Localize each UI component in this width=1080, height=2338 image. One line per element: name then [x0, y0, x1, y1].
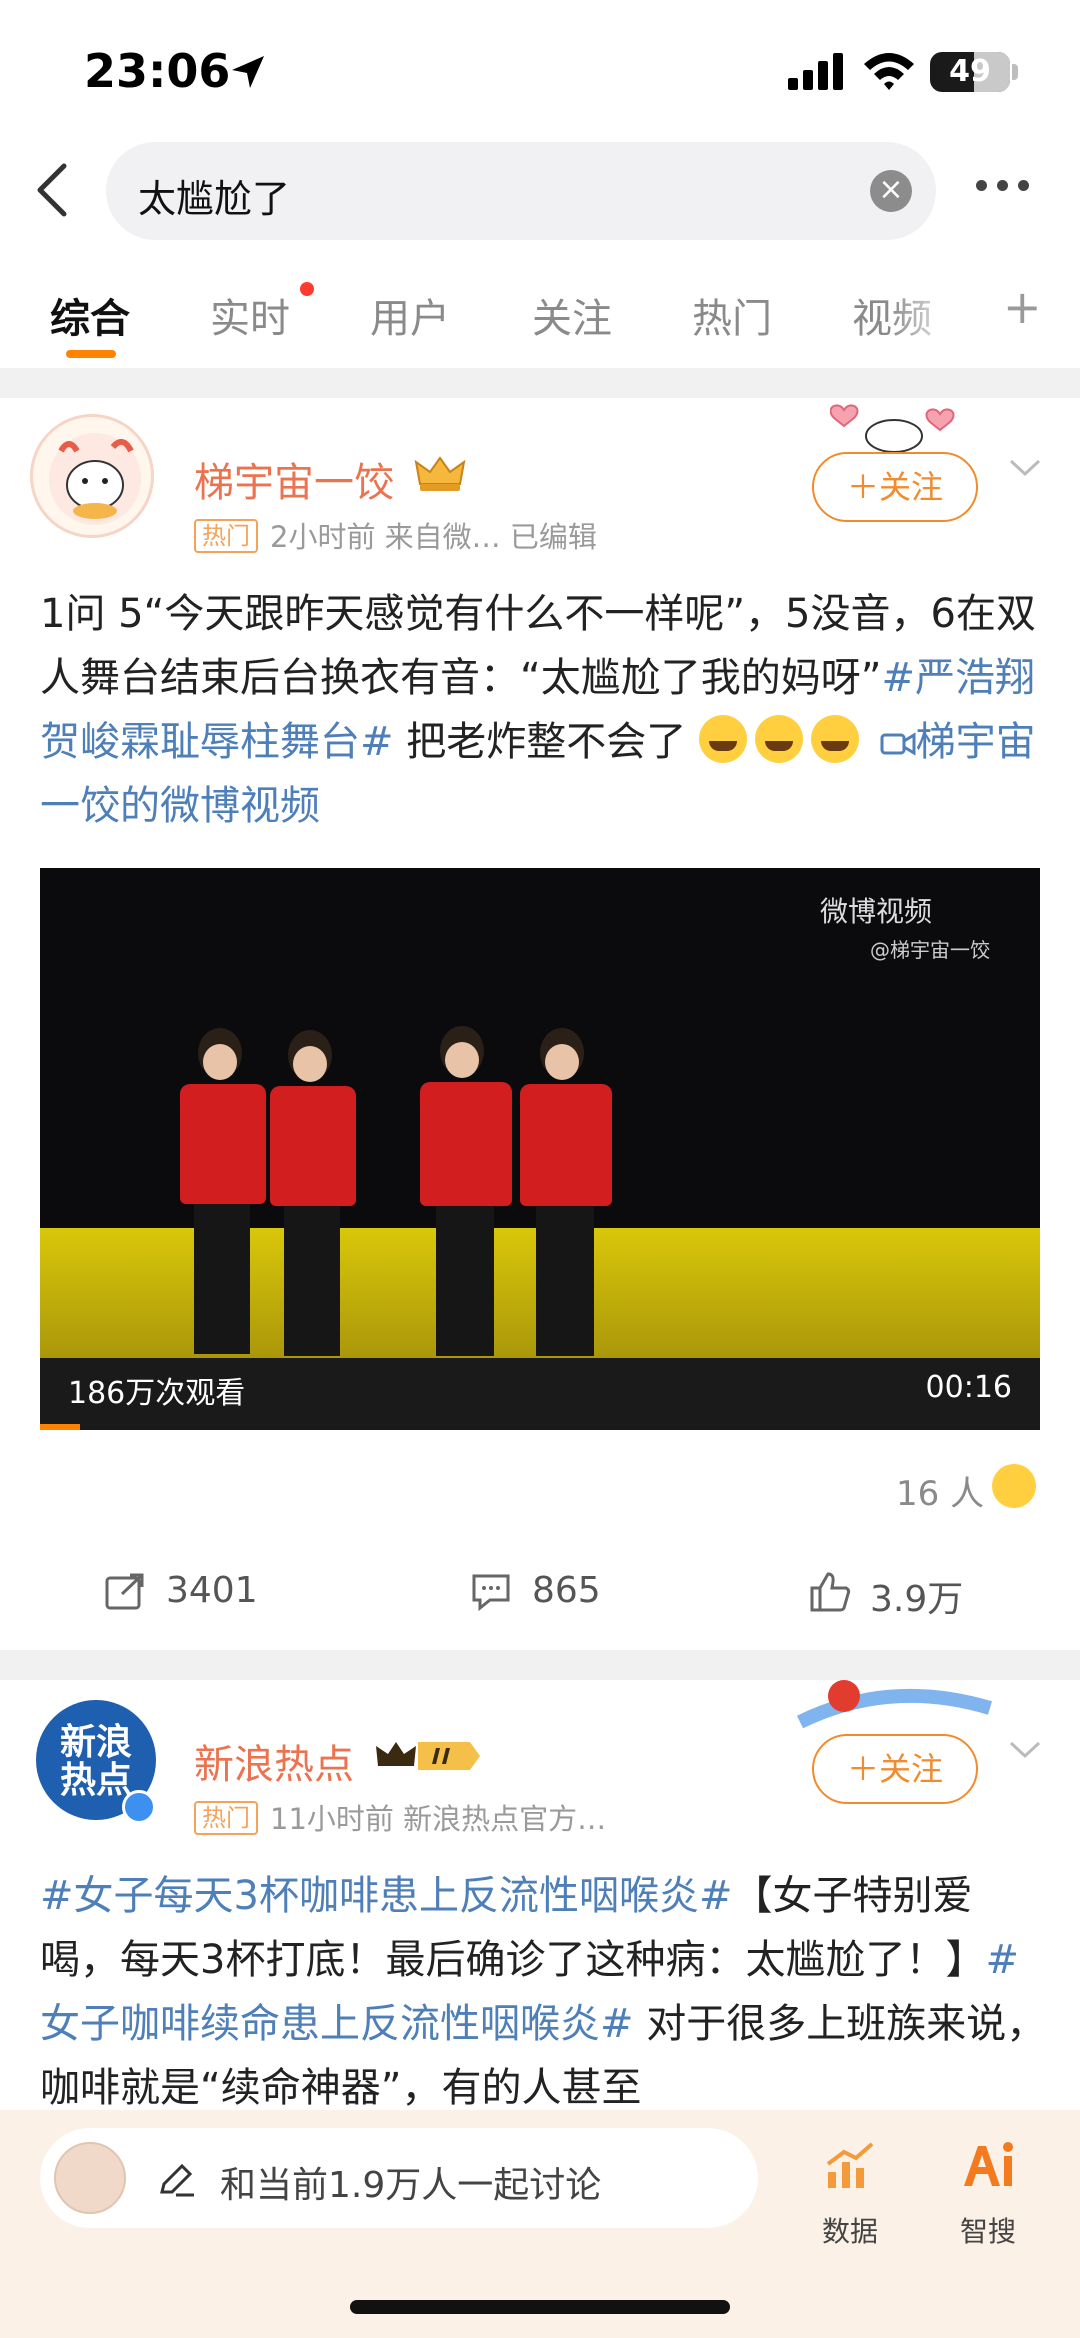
verified-badge-icon [122, 1790, 156, 1824]
back-icon[interactable] [30, 160, 74, 220]
level-badge-icon [376, 1742, 480, 1770]
hot-badge: 热门 [194, 1801, 258, 1835]
tab-comprehensive[interactable]: 综合 [50, 286, 130, 344]
crown-badge-icon [414, 456, 466, 491]
video-camera-icon [880, 732, 916, 756]
home-indicator [350, 2300, 730, 2314]
cellular-signal-icon [788, 53, 843, 90]
view-count: 186万次观看 [68, 1376, 246, 1411]
post-actions: 3401 865 3.9万 [0, 1560, 1080, 1630]
video-duration: 00:16 [925, 1370, 1012, 1405]
discuss-input[interactable]: 和当前1.9万人一起讨论 [40, 2128, 758, 2228]
status-time: 23:06 [84, 44, 231, 98]
chart-icon [826, 2142, 874, 2188]
post-text: #女子每天3杯咖啡患上反流性咽喉炎#【女子特别爱喝，每天3杯打底！最后确诊了这种… [40, 1873, 1047, 2110]
post-meta: 热门 2小时前 来自微… 已编辑 [194, 514, 597, 556]
repost-icon [105, 1573, 144, 1610]
wifi-icon [864, 53, 914, 90]
banner-decoration-icon [796, 1680, 993, 1729]
laugh-cry-emoji-icon [810, 715, 859, 763]
like-button[interactable]: 3.9万 [810, 1570, 963, 1622]
laugh-cry-emoji-icon [754, 715, 803, 763]
follow-button[interactable]: ＋关注 [812, 1734, 978, 1804]
laugh-cry-emoji-icon [698, 715, 747, 763]
chevron-down-icon[interactable] [1008, 1740, 1042, 1760]
video-progress-bar[interactable] [40, 1424, 80, 1430]
reactor-count[interactable]: 16 人 [896, 1466, 984, 1515]
author-name[interactable]: 梯宇宙一饺 [194, 450, 394, 508]
video-player[interactable]: 微博视频 @梯宇宙一饺 186万次观看 00:16 [40, 868, 1040, 1430]
add-tab-icon[interactable]: + [1003, 280, 1042, 334]
tab-realtime[interactable]: 实时 [210, 286, 290, 344]
search-input[interactable]: 太尴尬了 × [106, 142, 936, 240]
search-query: 太尴尬了 [138, 177, 291, 221]
chevron-down-icon[interactable] [1008, 458, 1042, 478]
follow-button[interactable]: ＋关注 [812, 452, 978, 522]
realtime-dot-badge [300, 282, 314, 296]
tab-hot[interactable]: 热门 [692, 286, 772, 344]
video-watermark-user: @梯宇宙一饺 [870, 938, 990, 962]
discuss-placeholder: 和当前1.9万人一起讨论 [220, 2165, 602, 2206]
repost-button[interactable]: 3401 [105, 1570, 258, 1611]
post-meta: 热门 11小时前 新浪热点官方… [194, 1796, 606, 1838]
avatar[interactable] [30, 414, 154, 538]
hot-badge: 热门 [194, 519, 258, 553]
more-options-icon[interactable] [976, 176, 1040, 200]
pen-icon [160, 2163, 194, 2197]
hearts-decoration-icon [830, 404, 955, 452]
ai-search-button[interactable]: 智搜 [938, 2138, 1038, 2248]
thumbs-up-icon [810, 1572, 851, 1612]
user-avatar [54, 2142, 126, 2214]
comment-button[interactable]: 865 [472, 1570, 601, 1612]
comment-icon [472, 1574, 510, 1612]
video-watermark: 微博视频 [820, 895, 933, 928]
tab-following[interactable]: 关注 [532, 286, 612, 344]
clear-icon[interactable]: × [870, 170, 912, 212]
ai-icon [964, 2142, 1013, 2186]
post-text: 1问 5“今天跟昨天感觉有什么不一样呢”，5没音，6在双人舞台结束后台换衣有音：… [40, 591, 1036, 829]
location-arrow-icon [232, 56, 264, 88]
battery-icon: 49 [930, 52, 1010, 92]
author-name[interactable]: 新浪热点 [194, 1732, 354, 1790]
battery-level: 49 [949, 54, 991, 89]
data-button[interactable]: 数据 [800, 2138, 900, 2248]
tab-users[interactable]: 用户 [370, 286, 450, 344]
status-bar: 23:06 49 [0, 0, 1080, 130]
active-tab-indicator [66, 350, 116, 358]
grin-emoji-icon [992, 1464, 1036, 1508]
topic-link[interactable]: #女子每天3杯咖啡患上反流性咽喉炎# [40, 1873, 732, 1919]
